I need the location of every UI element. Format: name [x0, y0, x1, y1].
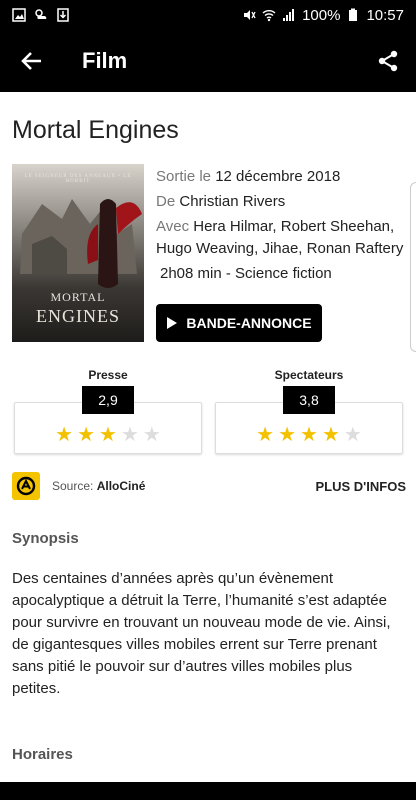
- trailer-label: BANDE-ANNONCE: [186, 315, 312, 331]
- press-rating[interactable]: Presse 2,9 ★ ★ ★ ★ ★: [14, 368, 202, 454]
- star-icon: ★: [142, 424, 161, 446]
- star-icon: ★: [99, 424, 117, 446]
- more-info-button[interactable]: PLUS D'INFOS: [316, 479, 407, 494]
- source-label: Source:: [52, 479, 94, 493]
- star-icon: ★: [300, 424, 318, 446]
- poster-title-1: MORTAL: [50, 290, 106, 304]
- audience-rating[interactable]: Spectateurs 3,8 ★ ★ ★ ★ ★: [215, 368, 403, 454]
- status-system: 100% 10:57: [242, 7, 404, 24]
- film-detail[interactable]: Mortal Engines LE SEIGNEUR DES ANNEAUX •…: [0, 92, 416, 782]
- clock: 10:57: [366, 6, 404, 24]
- star-icon: ★: [120, 424, 139, 446]
- director-name[interactable]: Christian Rivers: [179, 193, 285, 210]
- poster-title-2: ENGINES: [36, 306, 120, 326]
- play-icon: [167, 317, 178, 329]
- star-icon: ★: [343, 424, 362, 446]
- mute-icon: [244, 10, 256, 20]
- cast-row: Avec Hera Hilmar, Robert Sheehan, Hugo W…: [156, 216, 408, 260]
- horaires-title: Horaires: [12, 746, 73, 763]
- director-row: De Christian Rivers: [156, 191, 408, 213]
- source-name: AlloCiné: [96, 479, 146, 493]
- star-icon: ★: [278, 424, 297, 446]
- source-row: Source: AlloCiné PLUS D'INFOS: [12, 472, 406, 500]
- director-label: De: [156, 193, 176, 210]
- synopsis-text: Des centaines d’années après qu’un évène…: [12, 570, 391, 697]
- app-bar: Film: [0, 30, 416, 92]
- star-icon: ★: [321, 424, 340, 446]
- status-notifications: [12, 8, 70, 22]
- battery-percent: 100%: [302, 6, 341, 24]
- allocine-logo-icon: [12, 472, 40, 500]
- star-icon: ★: [256, 424, 275, 446]
- audience-stars: ★ ★ ★ ★ ★: [256, 425, 362, 445]
- audience-rating-score: 3,8: [283, 386, 335, 414]
- movie-title: Mortal Engines: [12, 116, 179, 144]
- cast-label: Avec: [156, 218, 190, 235]
- download-icon: [57, 8, 69, 22]
- back-button[interactable]: [0, 30, 64, 92]
- press-rating-label: Presse: [88, 368, 128, 382]
- release-row: Sortie le 12 décembre 2018: [156, 166, 408, 188]
- synopsis-title: Synopsis: [12, 530, 79, 547]
- movie-poster[interactable]: LE SEIGNEUR DES ANNEAUX • LE HOBBIT MORT…: [12, 164, 144, 342]
- audience-rating-label: Spectateurs: [274, 368, 344, 382]
- weather-icon: [35, 9, 47, 19]
- press-rating-score: 2,9: [82, 386, 134, 414]
- signal-icon: [283, 9, 295, 21]
- wifi-icon: [262, 10, 276, 22]
- star-icon: ★: [55, 424, 74, 446]
- gallery-icon: [12, 8, 26, 22]
- share-icon: [378, 50, 398, 72]
- arrow-left-icon: [21, 52, 41, 70]
- share-button[interactable]: [360, 30, 416, 92]
- cast-names[interactable]: Hera Hilmar, Robert Sheehan, Hugo Weavin…: [156, 218, 403, 257]
- battery-icon: [349, 8, 358, 21]
- release-date: 12 décembre 2018: [215, 168, 341, 185]
- page-title: Film: [82, 48, 128, 73]
- star-icon: ★: [77, 424, 96, 446]
- side-scroll-handle[interactable]: [410, 182, 416, 352]
- duration-genre: 2h08 min - Science fiction: [160, 265, 332, 282]
- press-stars: ★ ★ ★ ★ ★: [55, 425, 161, 445]
- trailer-button[interactable]: BANDE-ANNONCE: [156, 304, 322, 342]
- release-label: Sortie le: [156, 168, 212, 185]
- source-text: Source: AlloCiné: [52, 479, 145, 493]
- status-bar: 100% 10:57: [0, 0, 416, 30]
- movie-info: Sortie le 12 décembre 2018 De Christian …: [156, 166, 408, 288]
- navigation-bar: [0, 782, 416, 800]
